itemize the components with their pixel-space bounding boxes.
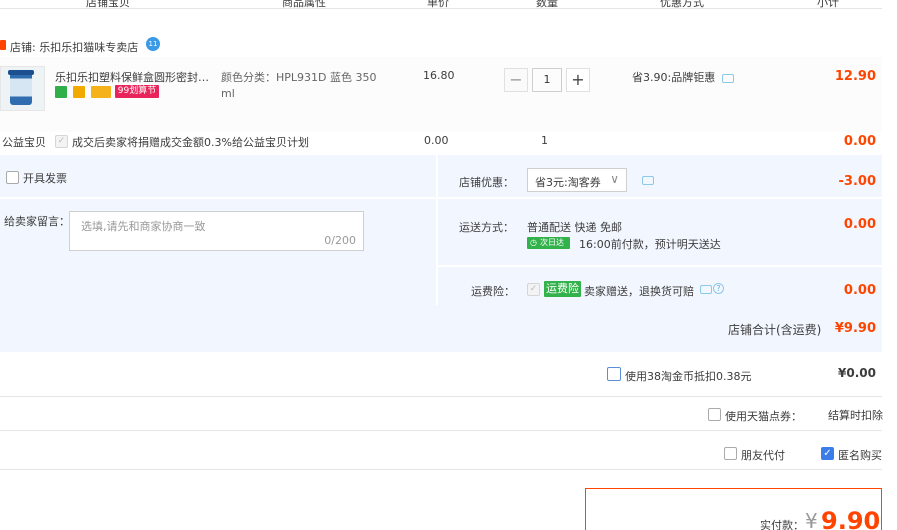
tmall-points-label: 使用天猫点券： [725, 410, 802, 423]
anonymous-label: 匿名购买 [838, 449, 882, 462]
service-guarantee-icon [73, 86, 85, 98]
payment-label: 实付款： [760, 519, 804, 530]
coins-label: 使用38淘金币抵扣0.38元 [625, 370, 752, 383]
insurance-info-icon[interactable] [700, 285, 712, 294]
payment-currency: ¥ [805, 509, 818, 530]
friend-pay-checkbox[interactable] [724, 447, 737, 460]
store-discount-label: 店铺优惠： [459, 176, 514, 189]
insurance-amount: 0.00 [843, 283, 876, 298]
store-discount-amount: -3.00 [838, 174, 876, 189]
discount-info-icon[interactable] [722, 74, 734, 83]
charity-text: 成交后卖家将捐赠成交金额0.3%给公益宝贝计划 [72, 136, 309, 149]
shipping-method: 普通配送 快递 免邮 [527, 221, 622, 234]
item-title[interactable]: 乐扣乐扣塑料保鲜盒圆形密封盒... [55, 69, 215, 85]
charity-checkbox: ✓ [55, 135, 68, 148]
chevron-down-icon: ∨ [610, 172, 619, 186]
shop-icon [0, 40, 6, 50]
header-divider [0, 8, 882, 9]
message-placeholder: 选填,请先和商家协商一致 [81, 220, 206, 233]
store-discount-select[interactable]: 省3元:淘客券 ∨ [527, 168, 627, 192]
message-textarea[interactable]: 选填,请先和商家协商一致 0/200 [69, 211, 364, 251]
invoice-checkbox[interactable] [6, 171, 19, 184]
item-discount: 省3.90:品牌钜惠 [632, 71, 716, 84]
charity-label: 公益宝贝 [2, 136, 46, 149]
shipping-note: 16:00前付款，预计明天送达 [579, 238, 721, 251]
shop-total-amount: ¥9.90 [834, 321, 876, 336]
coins-checkbox[interactable] [607, 367, 621, 381]
charity-price: 0.00 [424, 134, 449, 147]
charity-qty: 1 [541, 134, 548, 147]
message-label: 给卖家留言： [4, 215, 70, 228]
service-seven-day-icon [55, 86, 67, 98]
payment-summary: 实付款： ¥ 9.90 [585, 488, 882, 530]
product-thumbnail[interactable] [0, 66, 45, 111]
divider [0, 396, 882, 397]
insurance-badge: 运费险 [544, 281, 581, 297]
promo-tag: 99划算节 [115, 85, 159, 98]
item-subtotal: 12.90 [834, 69, 876, 84]
quantity-plus-button[interactable]: + [566, 68, 590, 92]
next-day-badge: 次日达 [527, 237, 570, 249]
service-card-icon [91, 86, 111, 98]
insurance-checkbox: ✓ [527, 283, 540, 296]
discount-info-icon-2[interactable] [642, 176, 654, 185]
insurance-label: 运费险： [471, 285, 515, 298]
divider [0, 430, 882, 431]
item-attr-cont: ml [221, 87, 235, 100]
anonymous-checkbox[interactable]: ✓ [821, 447, 834, 460]
insurance-text: 卖家赠送，退换货可赔 [584, 285, 694, 298]
coins-amount: ¥0.00 [838, 366, 876, 380]
tmall-points-checkbox[interactable] [708, 408, 721, 421]
tmall-points-note: 结算时扣除 [828, 409, 883, 422]
payment-amount: 9.90 [821, 507, 881, 530]
friend-pay-label: 朋友代付 [741, 449, 785, 462]
divider [0, 469, 882, 470]
quantity-stepper: − 1 + [504, 68, 590, 92]
shop-total-label: 店铺合计(含运费) [728, 323, 822, 337]
quantity-minus-button[interactable]: − [504, 68, 528, 92]
invoice-label: 开具发票 [23, 172, 67, 185]
item-price: 16.80 [423, 69, 455, 82]
message-counter: 0/200 [324, 234, 356, 247]
shop-badge-icon: 11 [146, 37, 160, 51]
item-attr: 颜色分类：HPL931D 蓝色 350 [221, 71, 377, 84]
store-discount-value: 省3元:淘客券 [535, 176, 601, 189]
shipping-amount: 0.00 [843, 217, 876, 232]
quantity-input[interactable]: 1 [532, 68, 562, 92]
shipping-label: 运送方式： [459, 221, 514, 234]
help-icon[interactable]: ? [713, 283, 724, 294]
charity-subtotal: 0.00 [843, 134, 876, 149]
shop-name[interactable]: 店铺: 乐扣乐扣猫味专卖店 [10, 39, 138, 55]
